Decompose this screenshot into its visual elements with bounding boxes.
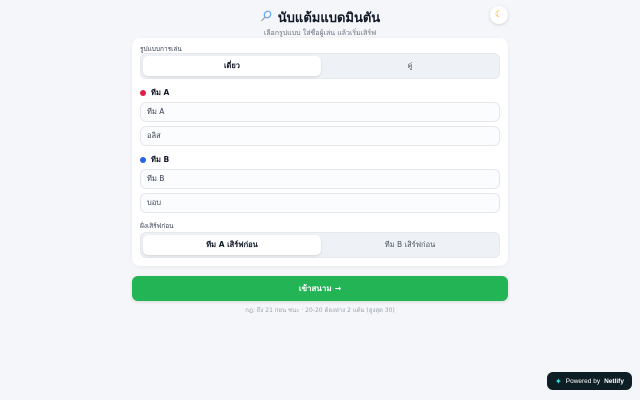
page-title: นับแต้มแบดมินตัน [0, 8, 640, 26]
serve-segmented-control: ทีม A เสิร์ฟก่อน ทีม B เสิร์ฟก่อน [140, 232, 500, 258]
team-a-label: ทีม A [151, 88, 170, 97]
format-singles-button[interactable]: เดี่ยว [143, 56, 321, 76]
serve-team-a-button[interactable]: ทีม A เสิร์ฟก่อน [143, 235, 321, 255]
team-b-heading: ทีม B [140, 154, 169, 166]
badminton-racket-icon [260, 10, 272, 25]
netlify-logo-icon: ✦ [555, 376, 562, 386]
netlify-prefix: Powered by [565, 377, 601, 385]
format-segmented-control: เดี่ยว คู่ [140, 53, 500, 79]
theme-toggle-button[interactable]: ☾ [490, 6, 508, 24]
rules-note: กฎ: ถึง 21 ก่อน ชนะ · 20-20 ต้องห่าง 2 แ… [245, 307, 395, 314]
team-b-label: ทีม B [151, 155, 170, 164]
team-b-player-input[interactable]: บอบ [140, 193, 500, 213]
team-a-name-input[interactable]: ทีม A [140, 102, 500, 122]
team-b-color-dot [140, 157, 146, 163]
netlify-brand: Netlify [604, 377, 624, 385]
app-header: นับแต้มแบดมินตัน เลือกรูปแบบ ใส่ชื่อผู้เ… [0, 8, 640, 39]
moon-icon: ☾ [494, 10, 504, 20]
format-doubles-button[interactable]: คู่ [321, 56, 499, 76]
team-b-name-input[interactable]: ทีม B [140, 169, 500, 189]
serve-team-b-button[interactable]: ทีม B เสิร์ฟก่อน [321, 235, 499, 255]
netlify-badge[interactable]: ✦ Powered by Netlify [547, 372, 632, 390]
title-text: นับแต้มแบดมินตัน [277, 10, 381, 26]
team-a-player-input[interactable]: อลิส [140, 126, 500, 146]
setup-card: รูปแบบการเล่น เดี่ยว คู่ ทีม A ทีม A อลิ… [132, 38, 508, 266]
team-a-color-dot [140, 90, 146, 96]
enter-court-button[interactable]: เข้าสนาม → [132, 276, 508, 301]
serve-label: ฝั่งเสิร์ฟก่อน [140, 222, 174, 230]
team-a-heading: ทีม A [140, 87, 169, 99]
